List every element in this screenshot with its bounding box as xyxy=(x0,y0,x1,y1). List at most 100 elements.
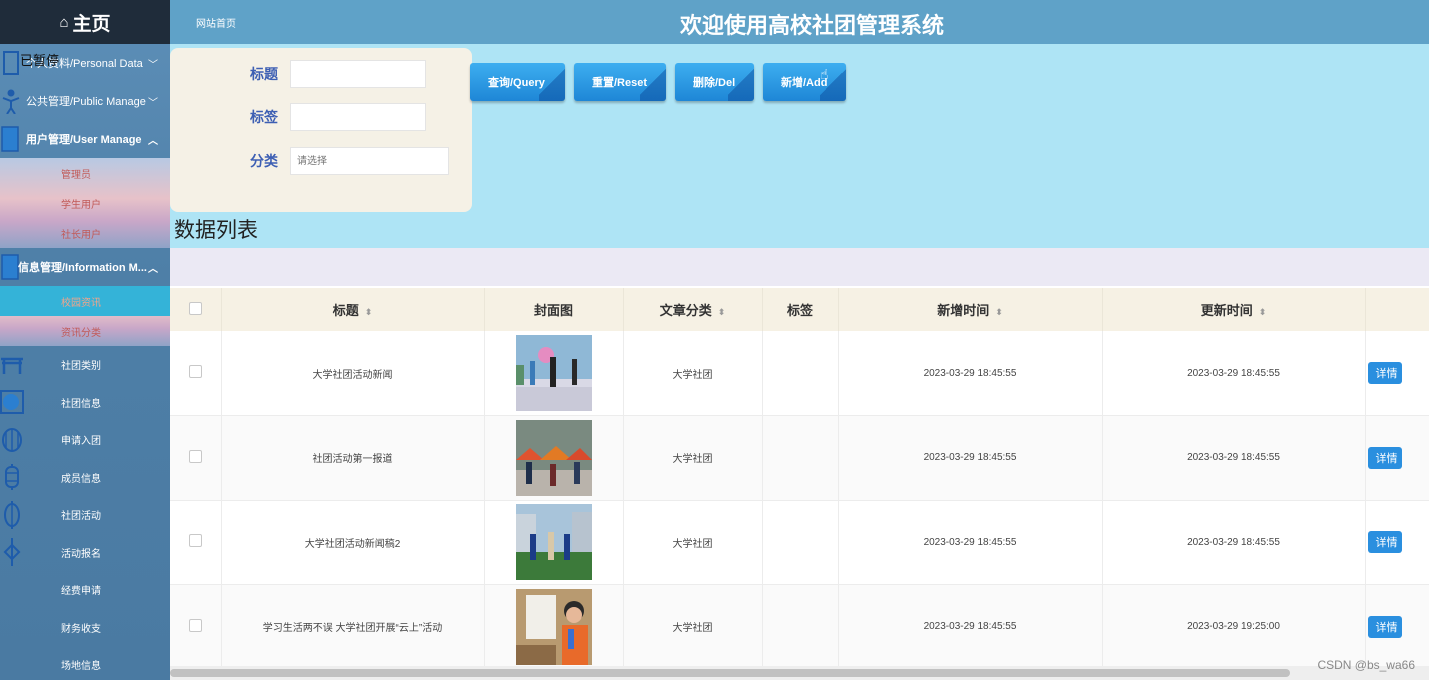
sidebar-item-club-activity[interactable]: 社团活动 xyxy=(0,496,170,534)
lantern-icon xyxy=(0,500,24,530)
row-checkbox[interactable] xyxy=(188,449,202,463)
lantern-icon xyxy=(0,426,24,454)
sidebar-item-label: 活动报名 xyxy=(61,548,101,560)
row-checkbox[interactable] xyxy=(188,365,202,378)
lantern-icon xyxy=(0,463,24,491)
detail-button[interactable]: 详情 xyxy=(1367,615,1402,638)
sidebar-item-finance[interactable]: 财务收支 xyxy=(0,609,170,647)
sidebar-item-member-info[interactable]: 成员信息 xyxy=(0,459,170,497)
sidebar-item-information-manage[interactable]: 信息管理/Information M... ︿ xyxy=(0,248,170,286)
category-select[interactable] xyxy=(290,147,449,175)
sidebar-item-label: 社团信息 xyxy=(61,398,101,410)
add-button[interactable]: 新增/Add xyxy=(763,63,846,101)
sidebar-item-apply-join[interactable]: 申请入团 xyxy=(0,421,170,459)
row-checkbox[interactable] xyxy=(188,534,202,548)
sidebar-item-label: 经费申请 xyxy=(61,586,101,598)
column-header-updated[interactable]: 更新时间 ⬍ xyxy=(1102,288,1366,331)
row-updated-time: 2023-03-29 19:25:00 xyxy=(1102,584,1366,670)
row-title: 大学社团活动新闻 xyxy=(221,331,485,416)
pointer-cursor-icon: ☝ xyxy=(820,66,829,82)
cover-image xyxy=(515,588,592,665)
main-content: 标题 标签 分类 查询/Query 重置/Reset 删除/Del 新增/Add… xyxy=(170,44,1429,680)
row-category: 大学社团 xyxy=(623,584,763,670)
detail-button[interactable]: 详情 xyxy=(1367,446,1402,469)
chevron-down-icon: ﹀ xyxy=(148,59,158,71)
select-all-checkbox[interactable] xyxy=(188,301,202,315)
watermark: CSDN @bs_wa66 xyxy=(1317,658,1415,672)
column-header-category[interactable]: 文章分类 ⬍ xyxy=(623,288,763,331)
search-form: 标题 标签 分类 xyxy=(170,48,472,212)
sidebar-home-label: 主页 xyxy=(72,13,111,35)
submenu-user-manage: 管理员 学生用户 社长用户 xyxy=(0,158,170,248)
tag-input[interactable] xyxy=(290,103,426,131)
sidebar-sub-leader-user[interactable]: 社长用户 xyxy=(0,218,170,248)
sidebar-item-label: 成员信息 xyxy=(61,473,101,485)
row-created-time: 2023-03-29 18:45:55 xyxy=(838,500,1103,585)
row-created-time: 2023-03-29 18:45:55 xyxy=(838,331,1103,416)
sort-icon[interactable]: ⬍ xyxy=(718,307,726,317)
book-icon xyxy=(0,50,22,76)
sidebar-item-label: 财务收支 xyxy=(61,623,101,635)
knot-icon xyxy=(0,537,24,567)
sort-icon[interactable]: ⬍ xyxy=(1259,307,1267,317)
row-tag xyxy=(762,415,839,501)
tag-row: 标签 xyxy=(170,103,426,131)
sidebar-item-club-info[interactable]: 社团信息 xyxy=(0,384,170,422)
table-row: 学习生活两不误 大学社团开展“云上”活动 大学社团 2023-03-29 18:… xyxy=(170,584,1429,670)
sidebar-item-fund-apply[interactable]: 经费申请 xyxy=(0,571,170,609)
sidebar-item-user-manage[interactable]: 用户管理/User Manage ︿ xyxy=(0,120,170,158)
data-list-title: 数据列表 xyxy=(174,219,258,242)
top-header: 网站首页 欢迎使用高校社团管理系统 xyxy=(170,0,1429,44)
sidebar-sub-campus-news[interactable]: 校园资讯 xyxy=(0,286,170,316)
title-label: 标题 xyxy=(250,66,278,82)
column-header-cover: 封面图 xyxy=(484,288,624,331)
scrollbar-thumb[interactable] xyxy=(170,669,1290,677)
row-updated-time: 2023-03-29 18:45:55 xyxy=(1102,331,1366,416)
sort-icon[interactable]: ⬍ xyxy=(365,307,373,317)
table-row: 大学社团活动新闻稿2 大学社团 2023-03-29 18:45:55 2023… xyxy=(170,500,1429,585)
cover-image xyxy=(515,419,592,496)
table-row: 大学社团活动新闻 大学社团 2023-03-29 18:45:55 2023-0… xyxy=(170,331,1429,416)
row-checkbox[interactable] xyxy=(188,618,202,632)
horizontal-scrollbar[interactable] xyxy=(170,666,1429,680)
row-created-time: 2023-03-29 18:45:55 xyxy=(838,584,1103,670)
title-row: 标题 xyxy=(170,60,426,88)
chevron-down-icon: ﹀ xyxy=(148,97,158,109)
sidebar-item-venue-info[interactable]: 场地信息 xyxy=(0,646,170,680)
column-header-created[interactable]: 新增时间 ⬍ xyxy=(838,288,1103,331)
delete-button[interactable]: 删除/Del xyxy=(675,63,754,101)
select-all-cell xyxy=(170,288,222,331)
sidebar-home[interactable]: ⌂ 主页 xyxy=(0,0,170,44)
chevron-up-icon: ︿ xyxy=(148,135,158,147)
sidebar-item-label: 用户管理/User Manage xyxy=(26,134,142,146)
sidebar-item-label: 公共管理/Public Manage xyxy=(26,96,146,108)
reset-button[interactable]: 重置/Reset xyxy=(574,63,666,101)
row-tag xyxy=(762,584,839,670)
sidebar-sub-student-user[interactable]: 学生用户 xyxy=(0,188,170,218)
person-icon xyxy=(0,88,22,114)
category-label: 分类 xyxy=(250,153,278,169)
row-title: 大学社团活动新闻稿2 xyxy=(221,500,485,585)
title-input[interactable] xyxy=(290,60,426,88)
home-icon: ⌂ xyxy=(59,13,69,31)
cover-image xyxy=(515,504,592,581)
column-header-title[interactable]: 标题 ⬍ xyxy=(221,288,485,331)
column-header-actions xyxy=(1365,288,1429,331)
frame-icon xyxy=(0,390,24,415)
detail-button[interactable]: 详情 xyxy=(1367,531,1402,554)
sidebar-item-public-manage[interactable]: 公共管理/Public Manage ﹀ xyxy=(0,82,170,120)
sort-icon[interactable]: ⬍ xyxy=(995,307,1003,317)
query-button[interactable]: 查询/Query xyxy=(470,63,565,101)
sidebar-item-activity-signup[interactable]: 活动报名 xyxy=(0,534,170,572)
search-area: 标题 标签 分类 查询/Query 重置/Reset 删除/Del 新增/Add… xyxy=(170,44,1429,248)
sidebar-sub-news-category[interactable]: 资讯分类 xyxy=(0,316,170,346)
sidebar-item-label: 场地信息 xyxy=(61,661,101,673)
book-icon xyxy=(0,126,22,152)
sidebar-sub-admin[interactable]: 管理员 xyxy=(0,158,170,188)
row-updated-time: 2023-03-29 18:45:55 xyxy=(1102,500,1366,585)
toolbar-band xyxy=(170,248,1429,286)
sidebar-item-club-category[interactable]: 社团类别 xyxy=(0,346,170,384)
submenu-information-manage: 校园资讯 资讯分类 xyxy=(0,286,170,346)
detail-button[interactable]: 详情 xyxy=(1367,362,1402,384)
sidebar: ⌂ 主页 已暂停 个人资料/Personal Data ﹀ 公共管理/Publi… xyxy=(0,0,170,680)
